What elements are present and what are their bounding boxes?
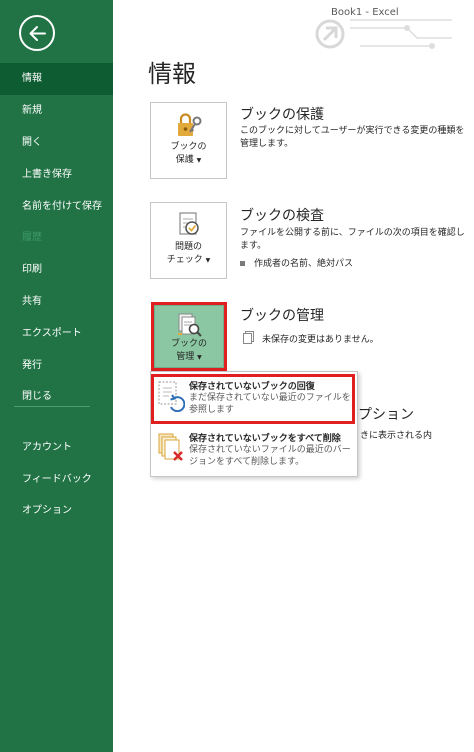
nav-feedback[interactable]: フィードバック xyxy=(0,464,113,496)
nav-save[interactable]: 上書き保存 xyxy=(0,159,113,191)
recover-unsaved-desc: まだ保存されていない最近のファイルを参照します xyxy=(189,393,351,415)
nav-info[interactable]: 情報 xyxy=(0,63,113,95)
recover-unsaved-item[interactable]: 保存されていないブックの回復 まだ保存されていない最近のファイルを参照します xyxy=(151,374,357,424)
bullet-square-icon xyxy=(240,261,245,266)
protect-title: ブックの保護 xyxy=(240,107,324,123)
manage-workbook-dropdown: 保存されていないブックの回復 まだ保存されていない最近のファイルを参照します 保… xyxy=(150,371,358,477)
options-section-title: プション xyxy=(358,407,414,423)
backstage-sidebar: 情報 新規 開く 上書き保存 名前を付けて保存 履歴 印刷 共有 エクスポート … xyxy=(0,0,113,752)
manage-workbook-button[interactable]: ブックの 管理 ▼ xyxy=(154,305,224,368)
back-arrow-icon xyxy=(29,26,46,41)
delete-unsaved-item[interactable]: 保存されていないブックをすべて削除 保存されていないファイルの最近のバージョンを… xyxy=(151,426,357,476)
circuit-decoration-icon xyxy=(315,19,452,49)
inspect-bullet: 作成者の名前、絶対パス xyxy=(240,256,353,269)
document-check-icon xyxy=(178,212,199,235)
page-title: 情報 xyxy=(148,60,196,88)
protect-workbook-button[interactable]: ブックの 保護 ▼ xyxy=(150,102,227,179)
nav-print[interactable]: 印刷 xyxy=(0,254,113,286)
manage-title: ブックの管理 xyxy=(240,308,324,324)
nav-close[interactable]: 閉じる xyxy=(0,381,113,413)
recover-document-icon xyxy=(158,381,185,412)
document-small-icon xyxy=(243,331,254,344)
options-section-desc: きに表示される内 xyxy=(360,431,433,441)
protect-desc: このブックに対してユーザーが実行できる変更の種類を管理します。 xyxy=(240,126,465,149)
protect-workbook-label: ブックの 保護 ▼ xyxy=(170,142,207,165)
check-issues-button[interactable]: 問題の チェック ▼ xyxy=(150,202,227,279)
nav-share[interactable]: 共有 xyxy=(0,286,113,318)
manage-versions-icon xyxy=(178,313,202,337)
nav-publish[interactable]: 発行 xyxy=(0,350,113,382)
check-issues-label: 問題の チェック ▼ xyxy=(166,242,211,265)
nav-new[interactable]: 新規 xyxy=(0,95,113,127)
nav-export[interactable]: エクスポート xyxy=(0,318,113,350)
delete-unsaved-title: 保存されていないブックをすべて削除 xyxy=(189,434,341,444)
nav-options[interactable]: オプション xyxy=(0,495,113,527)
delete-document-icon xyxy=(158,433,183,461)
lock-key-icon xyxy=(177,113,201,136)
delete-unsaved-desc: 保存されていないファイルの最近のバージョンをすべて削除します。 xyxy=(189,445,351,467)
nav-open[interactable]: 開く xyxy=(0,127,113,159)
recover-unsaved-title: 保存されていないブックの回復 xyxy=(189,382,315,392)
manage-status: 未保存の変更はありません。 xyxy=(262,335,379,345)
back-button[interactable] xyxy=(19,15,55,51)
sidebar-divider xyxy=(14,406,90,407)
manage-workbook-label: ブックの 管理 ▼ xyxy=(170,339,207,362)
inspect-desc: ファイルを公開する前に、ファイルの次の項目を確認します。 xyxy=(240,228,465,251)
nav-save-as[interactable]: 名前を付けて保存 xyxy=(0,191,113,223)
nav-history: 履歴 xyxy=(22,232,42,243)
nav-account[interactable]: アカウント xyxy=(0,432,113,464)
inspect-title: ブックの検査 xyxy=(240,208,324,224)
